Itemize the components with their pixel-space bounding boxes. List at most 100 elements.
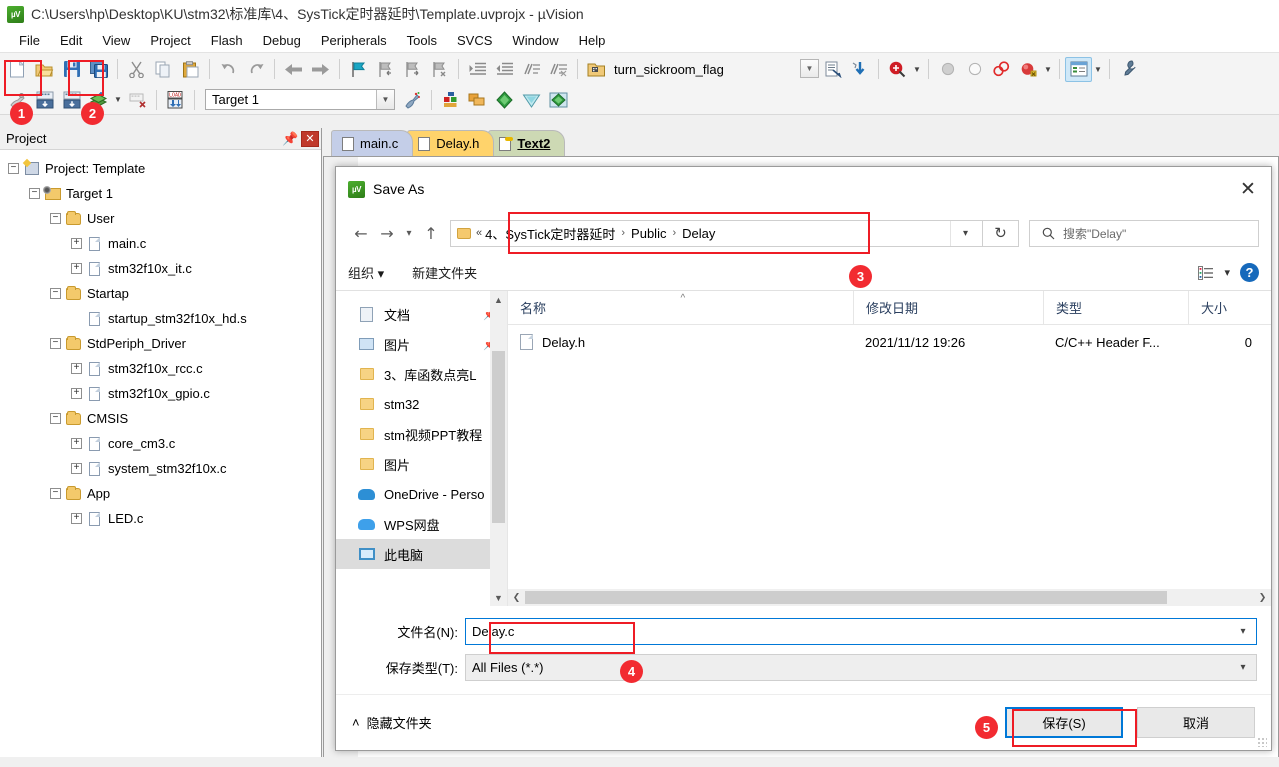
open-file-icon[interactable] <box>31 57 58 82</box>
expand-icon[interactable]: + <box>71 263 82 274</box>
tree-item[interactable]: + LED.c <box>0 506 321 531</box>
tree-item[interactable]: − StdPeriph_Driver <box>0 331 321 356</box>
target-options-icon[interactable] <box>399 87 426 112</box>
cut-icon[interactable] <box>123 57 150 82</box>
chevron-down-icon[interactable]: ▾ <box>400 220 418 246</box>
pin-icon[interactable]: 📌 <box>282 131 299 147</box>
search-input[interactable]: 搜索"Delay" <box>1029 219 1259 247</box>
window-layout-icon[interactable] <box>1065 56 1092 82</box>
configure-icon[interactable] <box>1115 57 1142 82</box>
scrollbar-track[interactable] <box>525 589 1254 606</box>
expand-icon[interactable]: + <box>71 238 82 249</box>
menu-debug[interactable]: Debug <box>253 30 311 51</box>
scrollbar-thumb[interactable] <box>525 591 1167 604</box>
expand-icon[interactable]: + <box>71 463 82 474</box>
menu-view[interactable]: View <box>92 30 140 51</box>
expand-icon[interactable]: + <box>71 513 82 524</box>
manage-runtime-icon[interactable] <box>545 87 572 112</box>
disable-all-breakpoints-icon[interactable] <box>961 57 988 82</box>
copy-icon[interactable] <box>150 57 177 82</box>
new-folder-button[interactable]: 新建文件夹 <box>412 263 477 282</box>
tree-item[interactable]: + stm32f10x_rcc.c <box>0 356 321 381</box>
menu-flash[interactable]: Flash <box>201 30 253 51</box>
chevron-down-icon[interactable]: ▾ <box>1230 655 1256 680</box>
tree-item[interactable]: − CMSIS <box>0 406 321 431</box>
navigate-forward-icon[interactable] <box>307 57 334 82</box>
collapse-icon[interactable]: − <box>8 163 19 174</box>
chevron-down-icon[interactable]: ▾ <box>1230 619 1256 644</box>
disable-breakpoint-icon[interactable] <box>934 57 961 82</box>
nav-item[interactable]: 文档📌 <box>336 299 507 329</box>
scroll-right-icon[interactable]: ❯ <box>1254 592 1271 603</box>
collapse-icon[interactable]: − <box>50 488 61 499</box>
outdent-icon[interactable] <box>491 57 518 82</box>
tab-text2[interactable]: Text2 <box>488 130 566 156</box>
chevron-down-icon[interactable]: ▼ <box>911 65 923 74</box>
function-combo[interactable]: turn_sickroom_flag ▼ <box>614 58 819 80</box>
manage-project-items-icon[interactable] <box>437 87 464 112</box>
nav-item[interactable]: 图片 <box>336 449 507 479</box>
collapse-icon[interactable]: − <box>50 213 61 224</box>
menu-window[interactable]: Window <box>502 30 568 51</box>
arrow-right-icon[interactable]: → <box>374 220 400 246</box>
tab-delay-h[interactable]: Delay.h <box>407 130 495 156</box>
scrollbar-thumb[interactable] <box>492 351 505 523</box>
organize-button[interactable]: 组织 ▾ <box>348 263 384 282</box>
nav-item[interactable]: WPS网盘 <box>336 509 507 539</box>
chevron-down-icon[interactable]: ▼ <box>800 59 819 78</box>
bookmark-toggle-icon[interactable] <box>345 57 372 82</box>
nav-item[interactable]: stm视频PPT教程 <box>336 419 507 449</box>
collapse-icon[interactable]: − <box>50 413 61 424</box>
menu-tools[interactable]: Tools <box>397 30 447 51</box>
menu-svcs[interactable]: SVCS <box>447 30 502 51</box>
tree-item[interactable]: + system_stm32f10x.c <box>0 456 321 481</box>
bookmarks-icon[interactable] <box>1015 57 1042 82</box>
undo-icon[interactable] <box>215 57 242 82</box>
nav-item[interactable]: OneDrive - Perso <box>336 479 507 509</box>
bookmark-prev-icon[interactable] <box>372 57 399 82</box>
comment-icon[interactable] <box>518 57 545 82</box>
bookmark-clear-icon[interactable] <box>426 57 453 82</box>
tree-item[interactable]: − Project: Template <box>0 156 321 181</box>
navigate-back-icon[interactable] <box>280 57 307 82</box>
filename-input[interactable]: Delay.c ▾ <box>465 618 1257 645</box>
target-combo[interactable]: Target 1 ▼ <box>205 89 395 110</box>
chevron-down-icon[interactable]: ▼ <box>1042 65 1054 74</box>
scroll-up-icon[interactable]: ▲ <box>490 291 507 308</box>
hide-folders-toggle[interactable]: ˄ 隐藏文件夹 <box>352 713 432 732</box>
breadcrumb-segment-1[interactable]: 4、SysTick定时器延时 <box>485 224 615 243</box>
refresh-icon[interactable]: ↻ <box>983 219 1019 247</box>
navpane-scrollbar[interactable]: ▲ ▼ <box>490 291 507 606</box>
nav-item[interactable]: 图片📌 <box>336 329 507 359</box>
save-button[interactable]: 保存(S) <box>1005 707 1123 738</box>
tree-item[interactable]: − App <box>0 481 321 506</box>
build-icon[interactable] <box>31 87 58 112</box>
menu-help[interactable]: Help <box>569 30 616 51</box>
resize-grip[interactable] <box>1257 737 1267 747</box>
tree-item[interactable]: − Target 1 <box>0 181 321 206</box>
cancel-button[interactable]: 取消 <box>1137 707 1255 738</box>
menu-edit[interactable]: Edit <box>50 30 92 51</box>
table-row[interactable]: Delay.h 2021/11/12 19:26 C/C++ Header F.… <box>508 325 1271 359</box>
help-icon[interactable]: ? <box>1240 263 1259 282</box>
file-list-horizontal-scrollbar[interactable]: ❮ ❯ <box>508 589 1271 606</box>
view-layout-icon[interactable] <box>1198 265 1214 280</box>
save-icon[interactable] <box>58 57 85 82</box>
column-header-type[interactable]: 类型 <box>1043 291 1188 324</box>
indent-icon[interactable] <box>464 57 491 82</box>
expand-icon[interactable]: + <box>71 363 82 374</box>
collapse-icon[interactable]: − <box>50 288 61 299</box>
browse-icon[interactable] <box>583 57 610 82</box>
tree-item[interactable]: + stm32f10x_it.c <box>0 256 321 281</box>
collapse-icon[interactable]: − <box>29 188 40 199</box>
tree-item[interactable]: − User <box>0 206 321 231</box>
tree-item[interactable]: + main.c <box>0 231 321 256</box>
chevron-down-icon[interactable]: ▾ <box>1224 266 1230 279</box>
menu-project[interactable]: Project <box>140 30 200 51</box>
nav-item[interactable]: stm32 <box>336 389 507 419</box>
column-header-name[interactable]: ^ 名称 <box>508 291 853 324</box>
download-icon[interactable]: LOAD <box>162 87 189 112</box>
chevron-down-icon[interactable]: ▼ <box>1092 65 1104 74</box>
tree-item[interactable]: − Startap <box>0 281 321 306</box>
expand-icon[interactable]: + <box>71 438 82 449</box>
